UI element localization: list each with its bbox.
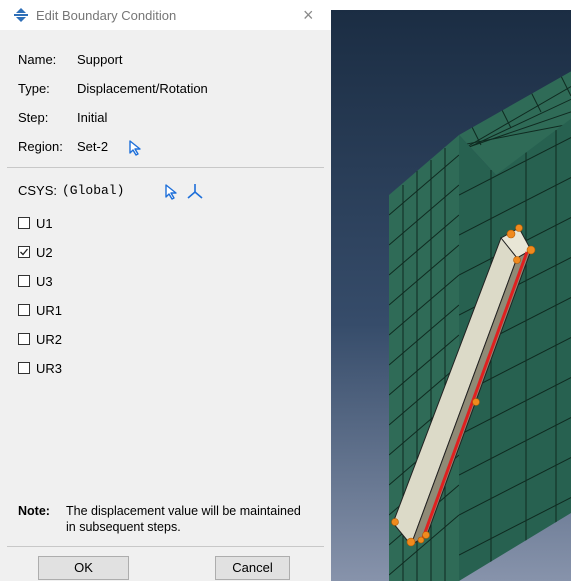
- csys-row: CSYS: (Global): [18, 182, 203, 200]
- model-canvas[interactable]: [331, 0, 571, 581]
- close-icon[interactable]: ×: [303, 5, 314, 25]
- type-value: Displacement/Rotation: [77, 81, 208, 96]
- csys-axes-icon[interactable]: [186, 183, 204, 204]
- csys-label: CSYS:: [18, 183, 58, 198]
- name-label: Name:: [18, 52, 57, 67]
- checkbox-u1[interactable]: [18, 217, 30, 229]
- checkbox-ur1[interactable]: [18, 304, 30, 316]
- type-row: Type: Displacement/Rotation: [18, 80, 208, 98]
- check-icon: [20, 248, 29, 256]
- separator: [7, 167, 324, 168]
- checkbox-u3[interactable]: [18, 275, 30, 287]
- model-viewport[interactable]: [331, 0, 571, 581]
- step-label: Step:: [18, 110, 49, 125]
- step-row: Step: Initial: [18, 109, 107, 127]
- select-arrow-icon[interactable]: [128, 140, 142, 161]
- checkbox-label: U3: [36, 274, 53, 289]
- cancel-button[interactable]: Cancel: [215, 556, 290, 580]
- type-label: Type:: [18, 81, 50, 96]
- checkbox-ur2[interactable]: [18, 333, 30, 345]
- step-value: Initial: [77, 110, 108, 125]
- note-text: The displacement value will be maintaine…: [66, 504, 301, 534]
- name-value: Support: [77, 52, 123, 67]
- checkbox-u2[interactable]: [18, 246, 30, 258]
- name-row: Name: Support: [18, 51, 123, 69]
- boundary-condition-icon: [14, 8, 28, 25]
- checkbox-label: UR2: [36, 332, 63, 347]
- select-arrow-icon[interactable]: [164, 184, 178, 205]
- checkbox-label: UR1: [36, 303, 63, 318]
- dialog-title: Edit Boundary Condition: [36, 8, 177, 23]
- checkbox-ur3[interactable]: [18, 362, 30, 374]
- title-bar[interactable]: Edit Boundary Condition ×: [0, 0, 331, 30]
- note-label: Note:: [18, 504, 50, 518]
- edit-boundary-condition-dialog: Edit Boundary Condition × Name: Support …: [0, 0, 331, 581]
- checkbox-label: U1: [36, 216, 53, 231]
- ok-button[interactable]: OK: [38, 556, 129, 580]
- csys-value: (Global): [62, 183, 125, 198]
- checkbox-label: UR3: [36, 361, 63, 376]
- region-value: Set-2: [77, 139, 109, 154]
- separator: [7, 546, 324, 547]
- checkbox-label: U2: [36, 245, 53, 260]
- region-row: Region: Set-2: [18, 138, 141, 156]
- region-label: Region:: [18, 139, 63, 154]
